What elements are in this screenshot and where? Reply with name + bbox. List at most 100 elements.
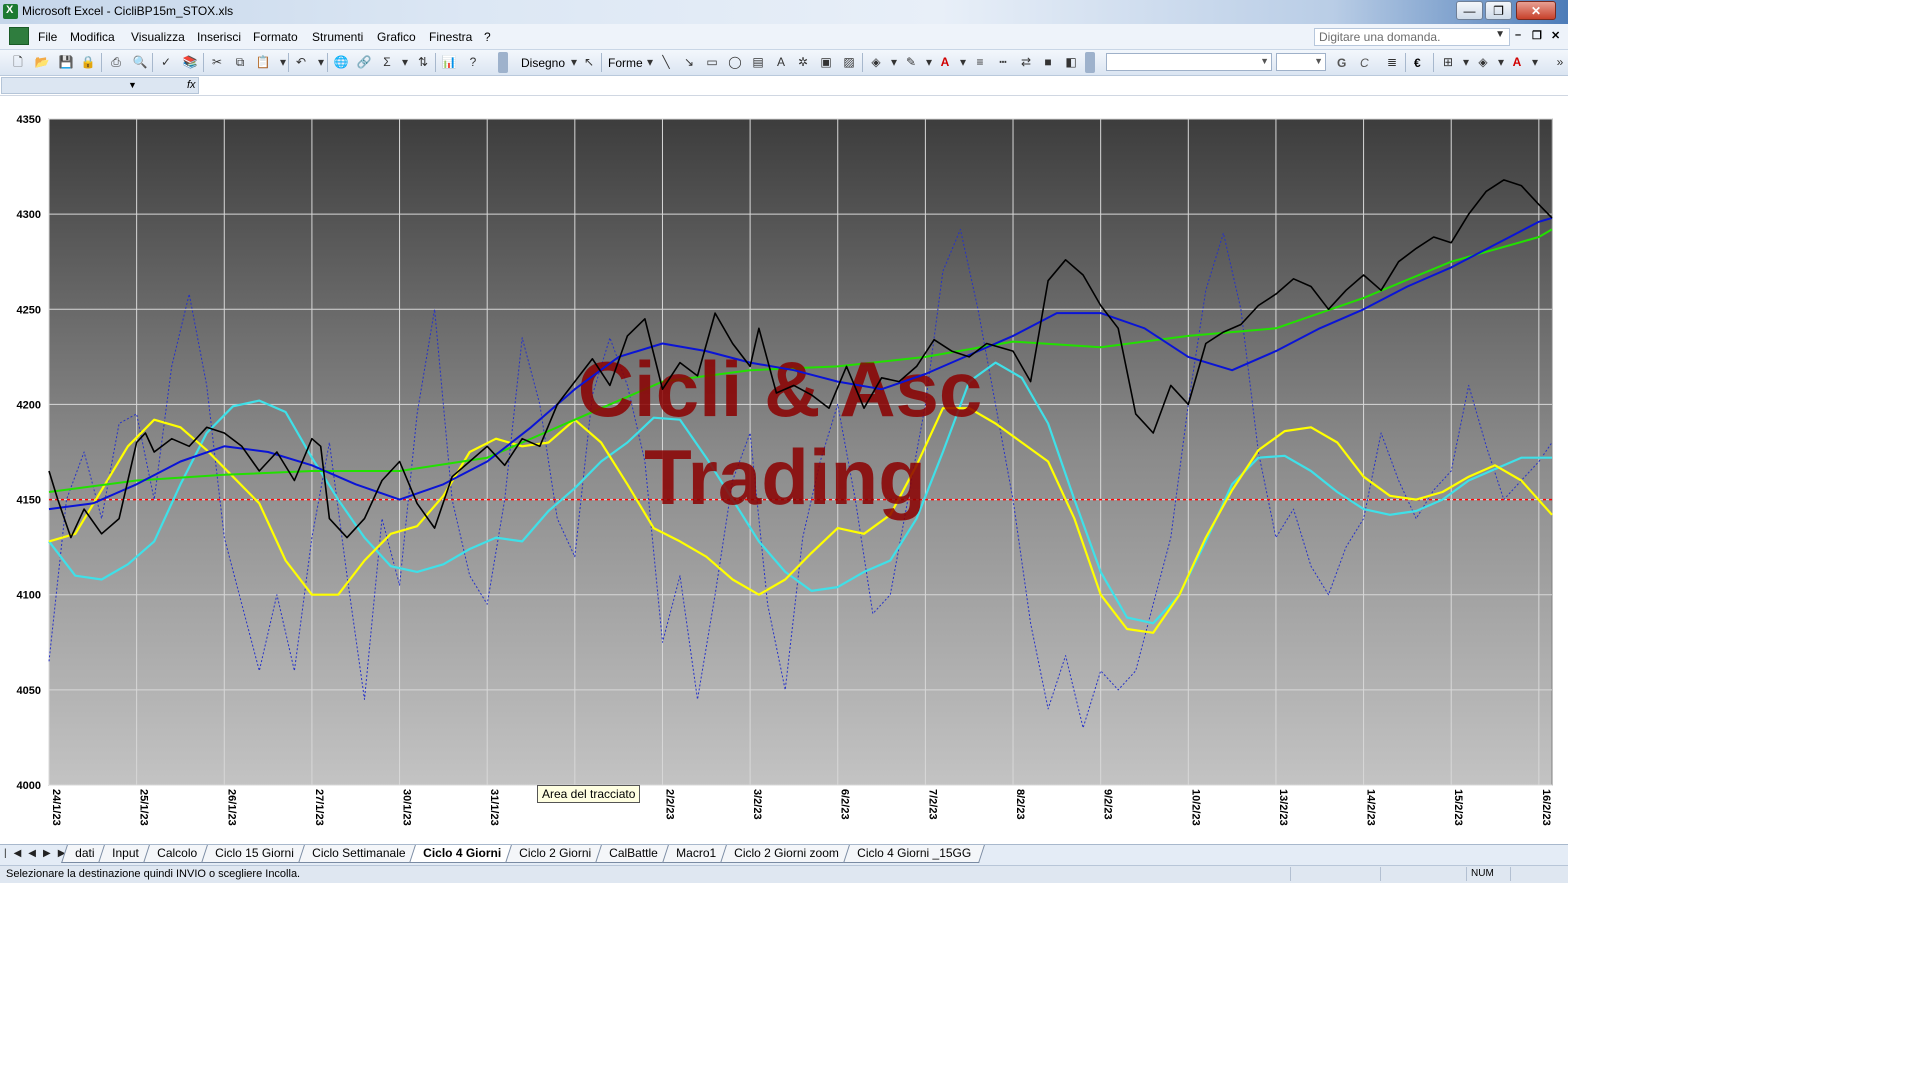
chevron-down-icon[interactable]: ▼ [1495,29,1505,40]
doc-close-button[interactable]: ✕ [1551,29,1560,42]
menu-file[interactable]: File [38,30,57,44]
copy-icon[interactable]: ⧉ [232,54,248,70]
bold-button[interactable]: G [1337,56,1346,70]
shadow-icon[interactable]: ■ [1040,54,1056,70]
line-color-icon[interactable]: ✎ [903,54,919,70]
wordart-icon[interactable]: A [773,54,789,70]
3d-icon[interactable]: ◧ [1063,54,1079,70]
line-style-icon[interactable]: ≡ [972,54,988,70]
sheet-tab[interactable]: Ciclo 2 Giorni [505,845,606,863]
question-box[interactable]: Digitare una domanda. ▼ [1314,28,1510,46]
shapes-menu[interactable]: Forme [608,56,643,70]
currency-button[interactable]: € [1414,56,1421,70]
menu-formato[interactable]: Formato [253,30,298,44]
open-icon[interactable]: 📂 [34,54,50,70]
doc-minimize-button[interactable]: – [1515,29,1521,41]
diagram-icon[interactable]: ✲ [795,54,811,70]
textbox-icon[interactable]: ▤ [750,54,766,70]
function-icon[interactable]: fx [187,79,196,91]
font-color-icon[interactable]: A [937,54,953,70]
italic-button[interactable]: C [1360,56,1369,70]
question-placeholder: Digitare una domanda. [1319,30,1441,44]
rectangle-icon[interactable]: ▭ [704,54,720,70]
x-tick-label: 31/1/23 [488,789,500,826]
sheet-tab[interactable]: Ciclo 2 Giorni zoom [720,845,853,863]
sheet-tab[interactable]: Ciclo 15 Giorni [201,845,308,863]
chart[interactable]: 4000 4050 4100 4150 4200 4250 4300 4350 24/1/23 2… [0,96,1568,844]
draw-dropdown-icon: ▾ [570,55,578,69]
prev-sheet-icon[interactable]: ◀ [28,848,43,859]
draw-menu[interactable]: Disegno [521,56,565,70]
picture-icon[interactable]: ▨ [841,54,857,70]
new-icon[interactable]: 🗋 [10,54,26,70]
borders-dropdown-icon[interactable]: ▾ [1458,54,1474,70]
fill-dropdown-icon[interactable]: ▾ [886,54,902,70]
toolbar-grip-icon[interactable] [498,52,508,73]
line-color-dropdown-icon[interactable]: ▾ [921,54,937,70]
spelling-icon[interactable]: ✓ [158,54,174,70]
cut-icon[interactable]: ✂ [209,54,225,70]
help-icon[interactable]: ? [465,54,481,70]
sigma-icon[interactable]: Σ [379,54,395,70]
highlight-dropdown-icon[interactable]: ▾ [1493,54,1509,70]
dash-style-icon[interactable]: ┅ [995,54,1011,70]
chevron-down-icon[interactable]: ▼ [128,80,137,90]
sheet-tab[interactable]: CalBattle [595,845,672,863]
fill-color-icon[interactable]: ◈ [868,54,884,70]
menu-finestra[interactable]: Finestra [429,30,472,44]
workbook-icon[interactable] [9,27,29,45]
menu-help[interactable]: ? [484,30,491,44]
doc-restore-button[interactable]: ❐ [1532,29,1542,42]
highlight-icon[interactable]: ◈ [1475,54,1491,70]
font-name-combo[interactable]: ▼ [1106,53,1272,71]
sheet-tab[interactable]: Ciclo Settimanale [297,845,420,863]
watermark-line-2: Trading [644,433,926,521]
toolbar-options-icon[interactable]: » [1552,54,1568,70]
line-icon[interactable]: ╲ [658,54,674,70]
menu-grafico[interactable]: Grafico [377,30,416,44]
menu-visualizza[interactable]: Visualizza [131,30,185,44]
name-box[interactable]: ▼ fx [1,77,199,94]
print-preview-icon[interactable]: 🔍 [132,54,148,70]
sigma-dropdown-icon[interactable]: ▾ [397,54,413,70]
paste-icon[interactable]: 📋 [255,54,271,70]
permission-icon[interactable]: 🔒 [80,54,96,70]
sort-icon[interactable]: ⇅ [415,54,431,70]
save-icon[interactable]: 💾 [58,54,74,70]
toolbar-grip-icon[interactable] [1085,52,1095,73]
align-icon[interactable]: ≣ [1384,54,1400,70]
font-color-dropdown-icon[interactable]: ▾ [955,54,971,70]
print-icon[interactable]: ⎙ [108,54,124,70]
font-color-icon[interactable]: A [1509,54,1525,70]
excel-app-icon[interactable] [3,4,18,19]
autosum-disabled-icon[interactable]: 🔗 [356,54,372,70]
sheet-tab[interactable]: Ciclo 4 Giorni [409,845,516,863]
first-sheet-icon[interactable]: |◀ [4,848,28,859]
arrow-style-icon[interactable]: ⇄ [1018,54,1034,70]
hyperlink-icon[interactable]: 🌐 [333,54,349,70]
restore-button[interactable]: ❐ [1485,1,1512,20]
menu-inserisci[interactable]: Inserisci [197,30,241,44]
sheet-tabs: dati Input Calcolo Ciclo 15 Giorni Ciclo Set… [61,845,985,864]
minimize-button[interactable]: — [1456,1,1483,20]
title-bar: Microsoft Excel - CicliBP15m_STOX.xls — … [0,0,1568,24]
status-bar: Selezionare la destinazione quindi INVIO… [0,865,1568,883]
menu-modifica[interactable]: Modifica [70,30,115,44]
clipart-icon[interactable]: ▣ [818,54,834,70]
oval-icon[interactable]: ◯ [727,54,743,70]
chart-area[interactable]: 4000 4050 4100 4150 4200 4250 4300 4350 24/1/23 2… [0,96,1568,844]
chart-wizard-icon[interactable]: 📊 [441,54,457,70]
borders-icon[interactable]: ⊞ [1440,54,1456,70]
sheet-tab[interactable]: Ciclo 4 Giorni _15GG [842,845,985,863]
menu-strumenti[interactable]: Strumenti [312,30,363,44]
select-arrow-icon[interactable]: ↖ [581,54,597,70]
close-button[interactable]: ✕ [1516,1,1556,20]
research-icon[interactable]: 📚 [182,54,198,70]
font-size-combo[interactable]: ▼ [1276,53,1326,71]
next-sheet-icon[interactable]: ▶ [43,848,58,859]
font-color-dropdown-icon[interactable]: ▾ [1527,54,1543,70]
undo-icon[interactable]: ↶ [293,54,309,70]
arrow-icon[interactable]: ↘ [681,54,697,70]
sheet-tab-label: Ciclo 2 Giorni zoom [734,846,839,860]
menu-bar: File Modifica Visualizza Inserisci Forma… [0,24,1568,50]
